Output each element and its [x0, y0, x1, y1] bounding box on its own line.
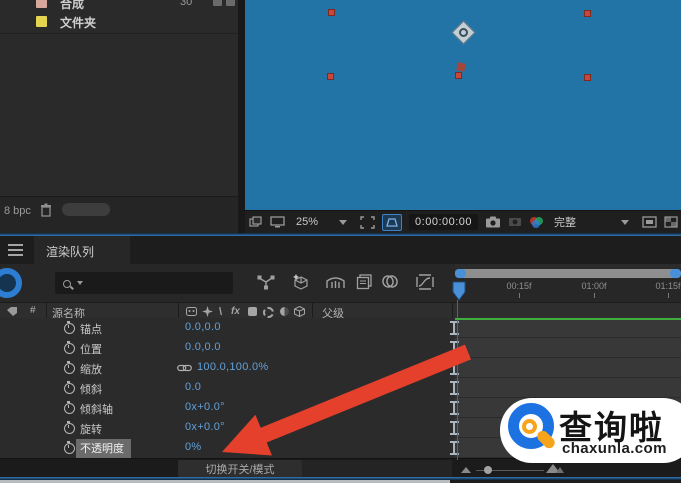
- watermark-domain: chaxunla.com: [562, 440, 667, 457]
- watermark-badge: 查询啦 chaxunla.com: [500, 398, 681, 463]
- watermark-logo-lens: [522, 419, 537, 434]
- after-effects-window: 合成 30 文件夹 8 bpc: [0, 0, 681, 483]
